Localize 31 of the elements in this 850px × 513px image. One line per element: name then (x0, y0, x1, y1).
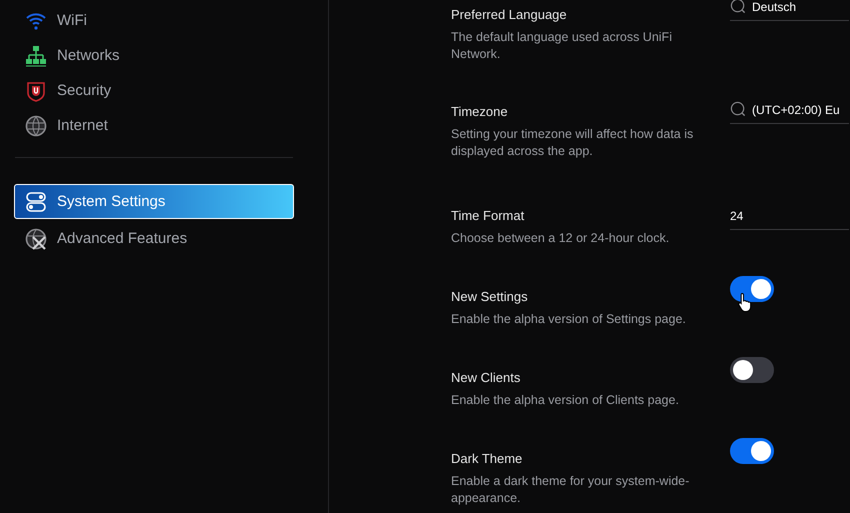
search-icon (730, 101, 747, 118)
setting-description: Choose between a 12 or 24-hour clock. (451, 230, 670, 247)
search-icon (730, 0, 747, 15)
network-icon (25, 44, 47, 66)
sidebar-item[interactable]: Internet (25, 114, 108, 137)
setting-title: New Clients (451, 370, 522, 385)
setting-title: Preferred Language (451, 7, 568, 22)
select-field[interactable]: 24 (730, 202, 849, 230)
setting-title: Dark Theme (451, 451, 524, 466)
sidebar-item[interactable]: Security (25, 79, 112, 102)
toggle-switch[interactable] (730, 357, 774, 383)
sidebar-item[interactable]: WiFi (25, 9, 87, 32)
hand-cursor-icon (738, 292, 753, 312)
setting-description: Enable the alpha version of Clients page. (451, 392, 680, 409)
toggle-switch[interactable] (730, 438, 774, 464)
setting-title: Timezone (451, 104, 509, 119)
globe-tools-icon (25, 228, 47, 250)
toggles-icon (25, 190, 47, 212)
setting-title: Time Format (451, 208, 526, 223)
setting-description: Enable the alpha version of Settings page. (451, 311, 687, 328)
setting-description: Enable a dark theme for your system-wide-appearance. (451, 473, 690, 507)
search-field[interactable]: Deutsch (730, 0, 849, 21)
setting-title: New Settings (451, 289, 529, 304)
sidebar-item[interactable]: Networks (25, 44, 120, 67)
search-field[interactable]: (UTC+02:00) Eu (730, 96, 849, 124)
shield-icon (25, 80, 47, 102)
setting-description: The default language used across UniFi Network. (451, 29, 673, 63)
sidebar-item[interactable]: System Settings (14, 184, 294, 219)
sidebar-item[interactable]: Advanced Features (14, 221, 294, 256)
setting-description: Setting your timezone will affect how data is displayed across the app. (451, 126, 694, 160)
globe-icon (25, 114, 47, 136)
